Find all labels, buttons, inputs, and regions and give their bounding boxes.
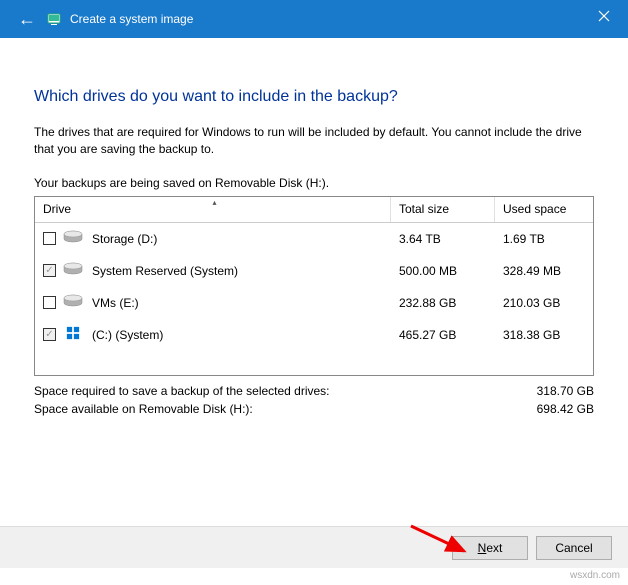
system-image-icon [46, 11, 62, 27]
close-icon [598, 10, 610, 22]
button-bar: Next Cancel [0, 526, 628, 568]
header-drive[interactable]: Drive ▴ [35, 197, 391, 222]
space-required-label: Space required to save a backup of the s… [34, 384, 330, 398]
drive-name: VMs (E:) [92, 296, 139, 310]
drive-table: Drive ▴ Total size Used space Storage (D… [34, 196, 594, 376]
drive-used-space: 328.49 MB [495, 255, 593, 287]
page-heading: Which drives do you want to include in t… [34, 88, 594, 106]
space-available-label: Space available on Removable Disk (H:): [34, 402, 253, 416]
drive-icon [62, 294, 92, 311]
space-available-value: 698.42 GB [537, 402, 594, 416]
drive-used-space: 1.69 TB [495, 223, 593, 255]
space-required-value: 318.70 GB [537, 384, 594, 398]
table-row[interactable]: ✓ (C:) (System) 465.27 GB318.38 GB [35, 319, 593, 351]
drive-checkbox: ✓ [43, 264, 56, 277]
drive-name: (C:) (System) [92, 328, 163, 342]
header-used[interactable]: Used space [495, 197, 593, 222]
drive-icon [62, 326, 92, 343]
drive-name: System Reserved (System) [92, 264, 238, 278]
cancel-button[interactable]: Cancel [536, 536, 612, 560]
drive-used-space: 210.03 GB [495, 287, 593, 319]
drive-total-size: 500.00 MB [391, 255, 495, 287]
drive-name: Storage (D:) [92, 232, 157, 246]
drive-total-size: 232.88 GB [391, 287, 495, 319]
summary-section: Space required to save a backup of the s… [34, 384, 594, 416]
header-total[interactable]: Total size [391, 197, 495, 222]
header-drive-label: Drive [43, 202, 71, 216]
drive-icon [62, 230, 92, 247]
close-button[interactable] [580, 0, 628, 32]
back-arrow-icon[interactable]: ← [18, 9, 36, 30]
drive-checkbox[interactable] [43, 296, 56, 309]
sort-caret-icon: ▴ [213, 198, 217, 207]
drive-total-size: 465.27 GB [391, 319, 495, 351]
table-header-row: Drive ▴ Total size Used space [35, 197, 593, 223]
drive-checkbox: ✓ [43, 328, 56, 341]
content-area: Which drives do you want to include in t… [0, 38, 628, 416]
description-text: The drives that are required for Windows… [34, 124, 594, 158]
watermark: wsxdn.com [570, 570, 620, 581]
table-row[interactable]: Storage (D:) 3.64 TB1.69 TB [35, 223, 593, 255]
table-row[interactable]: VMs (E:) 232.88 GB210.03 GB [35, 287, 593, 319]
titlebar: ← Create a system image [0, 0, 628, 38]
next-button[interactable]: Next [452, 536, 528, 560]
table-row[interactable]: ✓ System Reserved (System) 500.00 MB328.49… [35, 255, 593, 287]
saving-location-text: Your backups are being saved on Removabl… [34, 176, 594, 190]
drive-total-size: 3.64 TB [391, 223, 495, 255]
window-title: Create a system image [70, 12, 193, 26]
drive-used-space: 318.38 GB [495, 319, 593, 351]
drive-checkbox[interactable] [43, 232, 56, 245]
drive-icon [62, 262, 92, 279]
